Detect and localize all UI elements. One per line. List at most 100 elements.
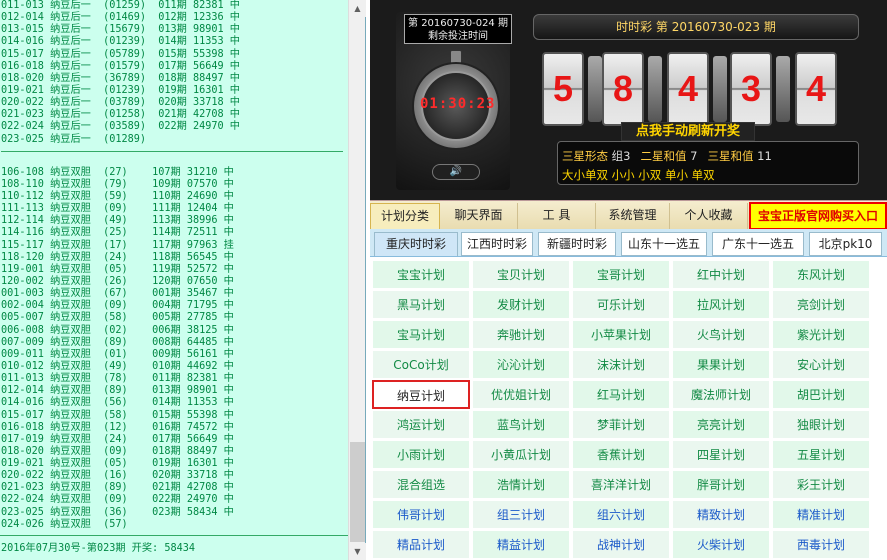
plan-button[interactable]: 亮剑计划 <box>772 290 870 319</box>
plan-button[interactable]: CoCo计划 <box>372 350 470 379</box>
log-line: 021-023 纳豆双胆 (89) 021期 42708 中 <box>1 482 234 494</box>
lottery-tab[interactable]: 江西时时彩 <box>461 232 533 256</box>
plan-button[interactable]: 沫沫计划 <box>572 350 670 379</box>
plan-button[interactable]: 果果计划 <box>672 350 770 379</box>
log-line: 120-002 纳豆双胆 (26) 120期 07650 中 <box>1 275 234 287</box>
log-line: 001-003 纳豆双胆 (67) 001期 35467 中 <box>1 288 234 300</box>
log-line: 002-004 纳豆双胆 (09) 004期 71795 中 <box>1 300 234 312</box>
log-line: 014-016 纳豆双胆 (56) 014期 11353 中 <box>1 397 234 409</box>
plan-button[interactable]: 精准计划 <box>772 500 870 529</box>
plan-button[interactable]: 宝马计划 <box>372 320 470 349</box>
plan-button[interactable]: 梦菲计划 <box>572 410 670 439</box>
lottery-tab[interactable]: 重庆时时彩 <box>374 232 458 256</box>
stats-row-2: 大小单双 小小 小双 单小 单双 <box>562 168 715 182</box>
main-tab[interactable]: 工 具 <box>518 203 596 229</box>
digit-separator <box>776 56 790 122</box>
log-line: 022-024 纳豆后一 (03589) 022期 24970 中 <box>1 121 240 133</box>
lottery-tab[interactable]: 广东十一选五 <box>712 232 804 256</box>
log-line: 024-026 纳豆双胆 (57) <box>1 518 128 530</box>
result-digit: 5 <box>542 52 584 126</box>
log-line: 011-013 纳豆后一 (01259) 011期 82381 中 <box>1 0 240 11</box>
plan-button[interactable]: 彩王计划 <box>772 470 870 499</box>
plan-button[interactable]: 奔驰计划 <box>472 320 570 349</box>
plan-button[interactable]: 宝宝计划 <box>372 260 470 289</box>
log-line: 009-011 纳豆双胆 (01) 009期 56161 中 <box>1 348 234 360</box>
plan-button[interactable]: 蓝鸟计划 <box>472 410 570 439</box>
plan-button[interactable]: 东风计划 <box>772 260 870 289</box>
plan-button[interactable]: 胖哥计划 <box>672 470 770 499</box>
buy-button[interactable]: 宝宝正版官网购买入口 <box>749 202 887 230</box>
plan-button[interactable]: 火柴计划 <box>672 530 770 559</box>
plan-button[interactable]: 魔法师计划 <box>672 380 770 409</box>
log-line: 015-017 纳豆后一 (05789) 015期 55398 中 <box>1 48 240 60</box>
main-tab[interactable]: 系统管理 <box>596 203 670 229</box>
plan-button[interactable]: 伟哥计划 <box>372 500 470 529</box>
plan-button[interactable]: 紫光计划 <box>772 320 870 349</box>
plan-button[interactable]: 黑马计划 <box>372 290 470 319</box>
plan-button[interactable]: 小黄瓜计划 <box>472 440 570 469</box>
stat-value: 组3 <box>611 149 631 163</box>
plan-button[interactable]: 四星计划 <box>672 440 770 469</box>
log-line: 019-021 纳豆双胆 (05) 019期 16301 中 <box>1 458 234 470</box>
lottery-tab[interactable]: 山东十一选五 <box>621 232 707 256</box>
plan-button[interactable]: 可乐计划 <box>572 290 670 319</box>
log-line: 012-014 纳豆双胆 (89) 013期 98901 中 <box>1 385 234 397</box>
plan-button[interactable]: 精致计划 <box>672 500 770 529</box>
plan-button[interactable]: 香蕉计划 <box>572 440 670 469</box>
main-tab[interactable]: 个人收藏 <box>670 203 748 229</box>
plan-button[interactable]: 组六计划 <box>572 500 670 529</box>
plan-button[interactable]: 亮亮计划 <box>672 410 770 439</box>
lottery-tab[interactable]: 新疆时时彩 <box>538 232 616 256</box>
plan-button[interactable]: 纳豆计划 <box>372 380 470 409</box>
plan-grid: 宝宝计划 宝贝计划 宝哥计划 红中计划 东风计划黑马计划 发财计划 可乐计划 拉风计划 亮剑计划… <box>370 257 887 560</box>
plan-button[interactable]: 组三计划 <box>472 500 570 529</box>
plan-button[interactable]: 鸿运计划 <box>372 410 470 439</box>
plan-button[interactable]: 火鸟计划 <box>672 320 770 349</box>
scroll-down-icon[interactable]: ▼ <box>349 543 366 560</box>
log-line: 112-114 纳豆双胆 (49) 113期 38996 中 <box>1 215 234 227</box>
plan-button[interactable]: 小苹果计划 <box>572 320 670 349</box>
stat-value: 11 <box>757 149 772 163</box>
plan-button[interactable]: 宝哥计划 <box>572 260 670 289</box>
plan-button[interactable]: 宝贝计划 <box>472 260 570 289</box>
plan-button[interactable]: 独眼计划 <box>772 410 870 439</box>
log-panel: 011-013 纳豆后一 (01259) 011期 82381 中 012-014… <box>0 0 366 560</box>
plan-button[interactable]: 西毒计划 <box>772 530 870 559</box>
refresh-draw-button[interactable]: 点我手动刷新开奖 <box>621 122 755 141</box>
sound-toggle-button[interactable]: 🔊 <box>432 164 480 180</box>
plan-button[interactable]: 喜洋洋计划 <box>572 470 670 499</box>
log-line: 017-019 纳豆双胆 (24) 017期 56649 中 <box>1 433 234 445</box>
plan-button[interactable]: 混合组选 <box>372 470 470 499</box>
plan-button[interactable]: 发财计划 <box>472 290 570 319</box>
main-tab[interactable]: 计划分类 <box>370 203 440 229</box>
plan-button[interactable]: 胡巴计划 <box>772 380 870 409</box>
plan-button[interactable]: 安心计划 <box>772 350 870 379</box>
plan-button[interactable]: 五星计划 <box>772 440 870 469</box>
lottery-tabs: 重庆时时彩 江西时时彩 新疆时时彩 山东十一选五 广东十一选五 北京pk10 <box>370 229 887 257</box>
log-line: 108-110 纳豆双胆 (79) 109期 07570 中 <box>1 178 234 190</box>
log-line: 013-015 纳豆后一 (15679) 013期 98901 中 <box>1 24 240 36</box>
digit-separator <box>648 56 662 122</box>
lottery-tab[interactable]: 北京pk10 <box>809 232 882 256</box>
plan-button[interactable]: 红马计划 <box>572 380 670 409</box>
log-line: 022-024 纳豆双胆 (09) 022期 24970 中 <box>1 494 234 506</box>
log-line: 018-020 纳豆双胆 (09) 018期 88497 中 <box>1 445 234 457</box>
main-panel: 第 20160730-024 期 剩余投注时间 01:30:23 🔊 时时彩 第… <box>366 0 887 560</box>
scroll-up-icon[interactable]: ▲ <box>349 0 366 17</box>
plan-button[interactable]: 拉风计划 <box>672 290 770 319</box>
plan-button[interactable]: 精品计划 <box>372 530 470 559</box>
plan-button[interactable]: 沁沁计划 <box>472 350 570 379</box>
plan-button[interactable]: 小雨计划 <box>372 440 470 469</box>
scroll-thumb[interactable] <box>350 442 365 542</box>
plan-button[interactable]: 优优姐计划 <box>472 380 570 409</box>
log-scrollbar[interactable]: ▲ ▼ <box>348 0 366 560</box>
log-line: 020-022 纳豆双胆 (16) 020期 33718 中 <box>1 470 234 482</box>
plan-button[interactable]: 精益计划 <box>472 530 570 559</box>
plan-button[interactable]: 战神计划 <box>572 530 670 559</box>
plan-button[interactable]: 红中计划 <box>672 260 770 289</box>
stat-value: 7 <box>690 149 698 163</box>
plan-button[interactable]: 浩情计划 <box>472 470 570 499</box>
main-tab[interactable]: 聊天界面 <box>440 203 518 229</box>
app-window: 011-013 纳豆后一 (01259) 011期 82381 中 012-014… <box>0 0 887 560</box>
log-divider <box>1 148 343 152</box>
